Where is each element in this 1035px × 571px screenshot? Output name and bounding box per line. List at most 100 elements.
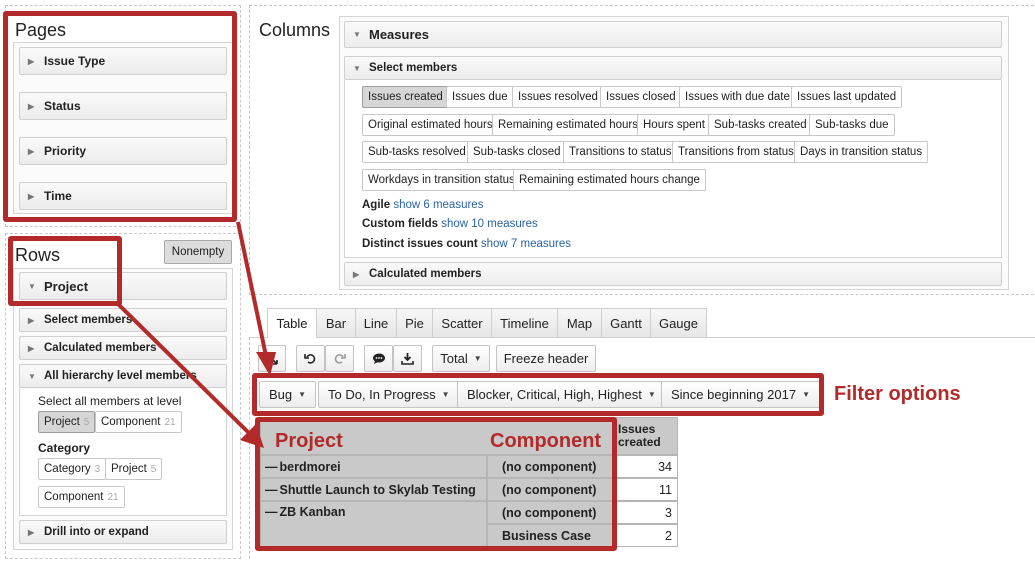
freeze-header-button[interactable]: Freeze header — [496, 345, 596, 372]
chevron-down-icon — [353, 30, 363, 39]
level-chip-project[interactable]: Project 5 — [38, 411, 96, 433]
chevron-right-icon — [28, 147, 38, 156]
distinct-label: Distinct issues count — [362, 238, 478, 250]
table-cell-value: 34 — [614, 455, 678, 478]
tab-pie[interactable]: Pie — [396, 308, 433, 337]
page-item-status[interactable]: Status — [19, 92, 227, 120]
tab-timeline[interactable]: Timeline — [491, 308, 558, 337]
page-item-priority[interactable]: Priority — [19, 137, 227, 165]
tab-scatter[interactable]: Scatter — [432, 308, 492, 337]
columns-select-members[interactable]: Select members — [344, 56, 1002, 80]
chip-label: Project — [44, 416, 80, 428]
category-chip-project[interactable]: Project 5 — [105, 458, 163, 480]
measure-chip[interactable]: Issues closed — [600, 86, 682, 108]
rows-drill-into[interactable]: Drill into or expand — [19, 520, 227, 544]
measure-chip[interactable]: Issues due — [446, 86, 514, 108]
caret-down-icon: ▼ — [647, 390, 656, 399]
tab-table[interactable]: Table — [267, 308, 317, 338]
drill-label: Drill into or expand — [44, 526, 149, 538]
filter-label: Blocker, Critical, High, Highest — [467, 387, 642, 402]
rows-select-members[interactable]: Select members — [19, 308, 227, 332]
level-chip-component[interactable]: Component 21 — [95, 411, 182, 433]
columns-select-members-label: Select members — [369, 62, 458, 74]
category-chip-category[interactable]: Category 3 — [38, 458, 107, 480]
table-row-component[interactable]: (no component) — [487, 455, 615, 478]
table-row-project[interactable]: — Shuttle Launch to Skylab Testing — [260, 478, 487, 501]
measure-chip[interactable]: Sub-tasks resolved — [362, 141, 472, 163]
measures-header[interactable]: Measures — [344, 21, 1002, 48]
measure-chip[interactable]: Sub-tasks due — [809, 114, 895, 136]
caret-down-icon: ▼ — [473, 354, 482, 363]
rows-all-hierarchy[interactable]: All hierarchy level members — [19, 364, 227, 388]
collapse-icon: — — [265, 505, 278, 519]
agile-label: Agile — [362, 199, 391, 211]
measure-chip[interactable]: Original estimated hours — [362, 114, 499, 136]
pages-title: Pages — [15, 20, 67, 40]
annotation-filter-options: Filter options — [834, 383, 961, 405]
table-row-component[interactable]: Business Case — [487, 524, 615, 547]
filter-label: To Do, In Progress — [328, 387, 436, 402]
rows-title: Rows — [15, 245, 61, 265]
filter-priority[interactable]: Blocker, Critical, High, Highest ▼ — [457, 381, 666, 408]
filter-issue-type[interactable]: Bug ▼ — [259, 381, 317, 408]
measure-chip[interactable]: Sub-tasks created — [708, 114, 813, 136]
rows-calculated-members[interactable]: Calculated members — [19, 336, 227, 360]
rows-project-label: Project — [44, 278, 89, 294]
measure-chip[interactable]: Workdays in transition status — [362, 169, 521, 191]
category-label: Category — [38, 441, 91, 455]
chevron-down-icon — [28, 282, 38, 291]
measure-chip[interactable]: Transitions to status — [563, 141, 678, 163]
custom-fields-row: Custom fields show 10 measures — [362, 218, 538, 230]
measure-chip[interactable]: Remaining estimated hours change — [513, 169, 706, 191]
columns-calculated-members[interactable]: Calculated members — [344, 262, 1002, 286]
category-chip-component[interactable]: Component 21 — [38, 486, 125, 508]
distinct-link[interactable]: show 7 measures — [481, 238, 571, 250]
filter-status[interactable]: To Do, In Progress ▼ — [318, 381, 460, 408]
collapse-icon: — — [265, 482, 278, 497]
tab-map[interactable]: Map — [557, 308, 602, 337]
project-name: ZB Kanban — [279, 505, 346, 519]
nonempty-button[interactable]: Nonempty — [164, 240, 232, 264]
table-row-project[interactable]: — ZB Kanban — [260, 501, 487, 547]
select-members-label: Select members — [44, 314, 133, 326]
chip-count: 5 — [83, 416, 90, 428]
measure-chip[interactable]: Issues with due date — [679, 86, 796, 108]
table-measure-header[interactable]: Issues created — [614, 417, 678, 455]
redo-button[interactable] — [325, 345, 354, 372]
rows-project-header[interactable]: Project — [19, 272, 227, 300]
measure-chip[interactable]: Issues created — [362, 86, 449, 108]
agile-link[interactable]: show 6 measures — [393, 199, 483, 211]
table-row-project[interactable]: — berdmorei — [260, 455, 487, 478]
page-item-label: Time — [44, 189, 72, 203]
tab-gauge[interactable]: Gauge — [650, 308, 707, 337]
tab-gantt[interactable]: Gantt — [601, 308, 651, 337]
table-row-component[interactable]: (no component) — [487, 501, 615, 524]
table-row-component[interactable]: (no component) — [487, 478, 615, 501]
measure-chip[interactable]: Days in transition status — [794, 141, 929, 163]
measure-chip[interactable]: Remaining estimated hours — [492, 114, 644, 136]
tab-line[interactable]: Line — [355, 308, 397, 337]
measure-chip[interactable]: Issues last updated — [791, 86, 903, 108]
page-item-time[interactable]: Time — [19, 182, 227, 210]
measure-chip[interactable]: Issues resolved — [512, 86, 604, 108]
table-cell-value: 11 — [614, 478, 678, 501]
export-button[interactable] — [393, 345, 422, 372]
filter-time[interactable]: Since beginning 2017 ▼ — [661, 381, 820, 408]
measure-chip[interactable]: Sub-tasks closed — [467, 141, 567, 163]
page-item-issue-type[interactable]: Issue Type — [19, 47, 227, 75]
chip-label: Component — [101, 416, 161, 428]
total-dropdown[interactable]: Total ▼ — [432, 345, 490, 372]
custom-fields-link[interactable]: show 10 measures — [441, 218, 538, 230]
chevron-right-icon — [353, 270, 363, 279]
chevron-right-icon — [28, 57, 38, 66]
total-label: Total — [440, 351, 468, 366]
annotation-component: Component — [490, 430, 602, 452]
undo-button[interactable] — [296, 345, 325, 372]
comment-button[interactable] — [364, 345, 393, 372]
tab-bar[interactable]: Bar — [316, 308, 356, 337]
fullscreen-button[interactable] — [258, 345, 286, 372]
measure-chip[interactable]: Transitions from status — [672, 141, 800, 163]
chip-count: 5 — [150, 463, 157, 475]
measure-chip[interactable]: Hours spent — [637, 114, 712, 136]
chevron-right-icon — [28, 102, 38, 111]
